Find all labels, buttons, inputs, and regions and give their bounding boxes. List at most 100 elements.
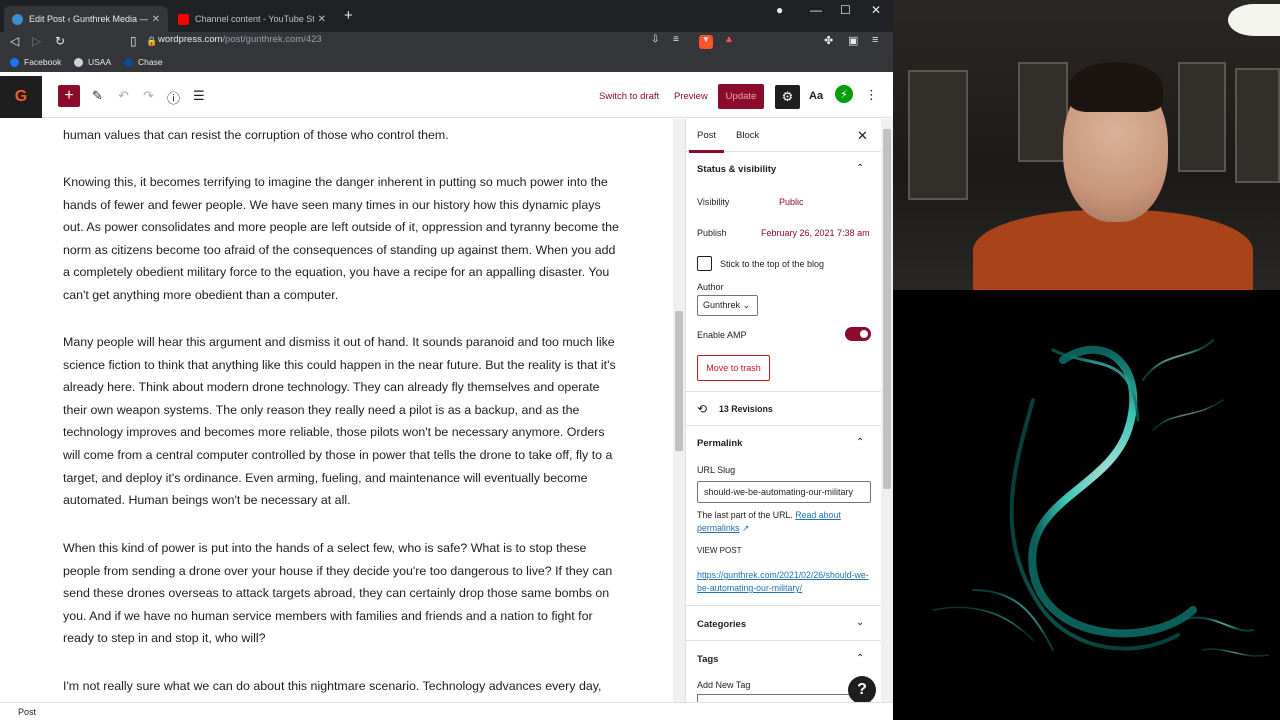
paragraph-block[interactable]: I'm not really sure what we can do about…: [63, 675, 623, 698]
brave-shield-icon[interactable]: ▼: [699, 35, 713, 49]
cabinet-right: [1178, 62, 1226, 172]
close-icon[interactable]: ✕: [152, 14, 160, 25]
settings-gear-icon[interactable]: ⚙: [775, 85, 800, 109]
chevron-down-icon: ⌄: [742, 300, 751, 310]
add-block-button[interactable]: +: [58, 85, 80, 107]
paragraph-block[interactable]: Many people will hear this argument and …: [63, 331, 623, 512]
install-icon[interactable]: ⇩: [651, 34, 659, 45]
url-slug-input[interactable]: should-we-be-automating-our-military: [697, 481, 871, 503]
chevron-down-icon[interactable]: ⌄: [856, 617, 864, 628]
undo-icon[interactable]: ↶: [118, 88, 129, 104]
window-close-icon[interactable]: ✕: [871, 3, 881, 17]
usaa-icon: [74, 57, 83, 67]
bookmarks-bar: Facebook USAA Chase: [0, 52, 893, 72]
content-scrollbar[interactable]: [673, 119, 685, 702]
sticky-checkbox[interactable]: [697, 256, 712, 271]
permalink-heading[interactable]: Permalink: [697, 438, 742, 449]
back-icon[interactable]: ◁: [10, 34, 19, 48]
paragraph-block[interactable]: human values that can resist the corrupt…: [63, 124, 623, 147]
tab-title: Channel content - YouTube Studio: [195, 14, 314, 24]
menu-icon[interactable]: ≡: [872, 34, 878, 46]
tab-post[interactable]: Post: [688, 130, 725, 153]
permalink-help: The last part of the URL. Read about per…: [697, 510, 841, 533]
author-select[interactable]: Gunthrek ⌄: [697, 295, 758, 316]
update-button[interactable]: Update: [718, 84, 764, 109]
move-to-trash-button[interactable]: Move to trash: [697, 355, 770, 381]
chevron-up-icon[interactable]: ⌃: [856, 437, 864, 448]
bookmark-icon[interactable]: ▯: [130, 34, 137, 48]
help-icon[interactable]: ?: [848, 676, 876, 704]
tab-title: Edit Post ‹ Gunthrek Media — W: [29, 14, 148, 24]
close-icon[interactable]: ✕: [857, 128, 868, 144]
webcam-feed: [893, 0, 1280, 290]
site-logo[interactable]: G: [0, 76, 42, 118]
revisions-link[interactable]: 13 Revisions: [719, 404, 773, 414]
cabinet-left: [908, 70, 968, 200]
redo-icon[interactable]: ↷: [143, 88, 154, 104]
revisions-icon: ⟲: [697, 402, 708, 416]
more-options-icon[interactable]: ⋮: [865, 87, 878, 103]
paragraph-block[interactable]: When this kind of power is put into the …: [63, 537, 623, 650]
new-tab-icon[interactable]: +: [344, 7, 353, 24]
categories-heading[interactable]: Categories: [697, 619, 746, 630]
dragon-artwork: [893, 290, 1280, 720]
block-breadcrumb[interactable]: Post: [0, 702, 893, 720]
add-tag-input[interactable]: [697, 694, 871, 702]
chevron-up-icon[interactable]: ⌃: [856, 163, 864, 174]
bookmark-facebook[interactable]: Facebook: [10, 57, 61, 67]
chevron-up-icon[interactable]: ⌃: [856, 653, 864, 664]
profile-icon[interactable]: ●: [776, 3, 783, 17]
sticky-label: Stick to the top of the blog: [720, 259, 825, 269]
publish-label: Publish: [697, 228, 727, 238]
maximize-icon[interactable]: ☐: [840, 3, 851, 17]
status-visibility-heading[interactable]: Status & visibility: [697, 164, 776, 175]
bookmark-chase[interactable]: Chase: [124, 57, 163, 67]
paragraph-block[interactable]: Knowing this, it becomes terrifying to i…: [63, 171, 623, 307]
ceiling-light: [1228, 4, 1280, 36]
tab-youtube-studio[interactable]: Channel content - YouTube Studio ✕: [170, 6, 334, 32]
post-content[interactable]: human values that can resist the corrupt…: [0, 119, 673, 702]
url-field[interactable]: wordpress.com/post/gunthrek.com/423: [158, 34, 322, 45]
url-host: wordpress.com: [158, 34, 223, 45]
minimize-icon[interactable]: —: [810, 3, 822, 17]
forward-icon[interactable]: ▷: [32, 34, 41, 48]
visibility-value[interactable]: Public: [779, 197, 804, 207]
scrollbar-thumb[interactable]: [883, 129, 891, 489]
publish-date[interactable]: February 26, 2021 7:38 am: [761, 228, 870, 238]
amp-label: Enable AMP: [697, 330, 747, 340]
styles-button[interactable]: Aa: [809, 90, 823, 102]
tags-heading[interactable]: Tags: [697, 654, 718, 665]
info-icon[interactable]: ⓘ: [167, 88, 180, 107]
person-shirt: [973, 210, 1253, 290]
sidebar-scrollbar[interactable]: [881, 119, 893, 702]
sidebar-tabs: Post Block ✕: [686, 119, 881, 153]
bookmark-usaa[interactable]: USAA: [74, 57, 111, 67]
tab-block[interactable]: Block: [736, 130, 759, 141]
address-bar-row: ◁ ▷ ↻ ▯ 🔒 wordpress.com/post/gunthrek.co…: [0, 32, 893, 52]
divider: [686, 391, 881, 392]
reader-icon[interactable]: ≡: [673, 34, 679, 45]
pencil-icon[interactable]: ✎: [92, 88, 103, 104]
list-view-icon[interactable]: ☰: [193, 88, 205, 104]
url-slug-label: URL Slug: [697, 465, 736, 475]
brave-rewards-icon[interactable]: ▲: [724, 34, 734, 45]
wallet-icon[interactable]: ▣: [848, 34, 858, 47]
view-post-link[interactable]: https://gunthrek.com/2021/02/26/should-w…: [697, 569, 872, 595]
author-label: Author: [697, 282, 724, 292]
add-new-tag-label: Add New Tag: [697, 680, 751, 690]
cabinet-mid: [1018, 62, 1068, 162]
scrollbar-thumb[interactable]: [675, 311, 683, 451]
close-icon[interactable]: ✕: [318, 14, 326, 25]
dragon-swirl-graphic: [932, 339, 1269, 657]
jetpack-icon[interactable]: ⚡: [835, 85, 853, 103]
extensions-icon[interactable]: ✤: [824, 34, 833, 47]
divider: [686, 605, 881, 606]
editor-toolbar: G + ✎ ↶ ↷ ⓘ ☰ Switch to draft Preview Up…: [0, 76, 893, 118]
reload-icon[interactable]: ↻: [55, 34, 65, 48]
switch-to-draft-button[interactable]: Switch to draft: [599, 91, 659, 102]
youtube-favicon-icon: [178, 13, 189, 25]
view-post-label: VIEW POST: [697, 546, 742, 555]
amp-toggle[interactable]: [845, 327, 871, 341]
preview-button[interactable]: Preview: [674, 91, 708, 102]
tab-edit-post[interactable]: Edit Post ‹ Gunthrek Media — W ✕: [4, 6, 168, 32]
